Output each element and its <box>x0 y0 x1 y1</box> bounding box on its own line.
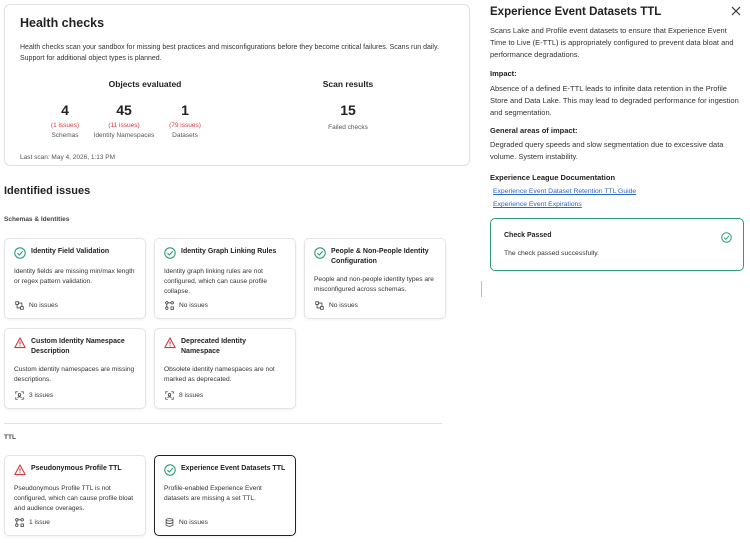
card-footer: No issues <box>315 301 358 310</box>
check-circle-icon <box>164 247 176 259</box>
card-header: Custom Identity Namespace Description <box>14 337 136 357</box>
card-title: Custom Identity Namespace Description <box>31 338 125 355</box>
card-description: Obsolete identity namespaces are not mar… <box>164 366 275 383</box>
card-description: People and non-people identity types are… <box>314 276 434 293</box>
graph-icon <box>15 518 24 527</box>
areas-text: Degraded query speeds and slow segmentat… <box>490 140 724 161</box>
detail-panel: Experience Event Datasets TTL Scans Lake… <box>490 0 750 543</box>
check-passed-message: The check passed successfully. <box>504 250 600 257</box>
last-scan-timestamp: Last scan: May 4, 2026, 1:13 PM <box>20 154 116 161</box>
card-issue-count: No issues <box>179 519 208 526</box>
card-issue-count: No issues <box>179 302 208 309</box>
stat-value: 1 <box>181 102 189 118</box>
card-title: People & Non-People Identity Configurati… <box>331 248 429 265</box>
card-title: Experience Event Datasets TTL <box>181 465 286 472</box>
card-header: Identity Field Validation <box>14 247 136 259</box>
namespace-icon <box>165 391 174 400</box>
check-card[interactable]: People & Non-People Identity Configurati… <box>304 238 446 319</box>
check-passed-title: Check Passed <box>504 232 552 239</box>
schema-icon <box>315 301 324 310</box>
docs-heading: Experience League Documentation <box>490 173 616 182</box>
stat-value: 15 <box>340 102 356 118</box>
card-footer: 3 issues <box>15 391 53 400</box>
panel-resize-handle[interactable] <box>481 281 482 297</box>
check-card[interactable]: Identity Field Validation Identity fields… <box>4 238 146 319</box>
card-title: Pseudonymous Profile TTL <box>31 465 122 472</box>
card-issue-count: No issues <box>29 302 58 309</box>
scan-results-heading: Scan results <box>322 79 374 89</box>
card-description: Identity graph linking rules are not con… <box>164 268 267 295</box>
card-header: Deprecated Identity Namespace <box>164 337 286 357</box>
group-label-schemas-identities: Schemas & Identities <box>4 216 70 223</box>
card-issue-count: 3 issues <box>29 392 54 399</box>
objects-evaluated-heading: Objects evaluated <box>108 79 182 89</box>
card-issue-count: No issues <box>329 302 358 309</box>
alert-triangle-icon <box>14 337 26 349</box>
card-title: Identity Graph Linking Rules <box>181 248 277 255</box>
stat-failed-checks: 15 Failed checks <box>303 101 393 131</box>
card-footer: No issues <box>15 301 58 310</box>
check-circle-icon <box>314 247 326 259</box>
health-checks-summary: Health checks Health checks scan your sa… <box>4 4 470 166</box>
check-card[interactable]: Deprecated Identity Namespace Obsolete id… <box>154 328 296 409</box>
card-footer: 8 issues <box>165 391 203 400</box>
graph-icon <box>165 301 174 310</box>
check-circle-icon <box>721 232 732 243</box>
card-title: Identity Field Validation <box>31 248 110 255</box>
group-divider <box>4 423 442 424</box>
card-footer: No issues <box>165 518 208 527</box>
alert-triangle-icon <box>164 337 176 349</box>
check-card[interactable]: Identity Graph Linking Rules Identity gra… <box>154 238 296 319</box>
card-title: Deprecated Identity Namespace <box>181 338 246 355</box>
summary-description: Health checks scan your sandbox for miss… <box>20 44 439 62</box>
database-icon <box>165 518 174 527</box>
card-description: Pseudonymous Profile TTL is not configur… <box>14 485 134 512</box>
card-header: Identity Graph Linking Rules <box>164 247 286 259</box>
check-card[interactable]: Pseudonymous Profile TTL Pseudonymous Pro… <box>4 455 146 536</box>
doc-link-expirations[interactable]: Experience Event Expirations <box>493 201 582 208</box>
page-title: Health checks <box>20 16 105 30</box>
alert-triangle-icon <box>14 464 26 476</box>
check-card-selected[interactable]: Experience Event Datasets TTL Profile-ena… <box>154 455 296 536</box>
stat-label: Datasets <box>172 132 198 139</box>
namespace-icon <box>15 391 24 400</box>
card-header: Pseudonymous Profile TTL <box>14 464 136 476</box>
check-circle-icon <box>164 464 176 476</box>
panel-title: Experience Event Datasets TTL <box>490 6 662 18</box>
identified-issues-heading: Identified issues <box>4 185 91 197</box>
stat-datasets: 1 (79 issues) Datasets <box>140 101 230 139</box>
check-passed-banner: Check Passed The check passed successful… <box>490 218 744 271</box>
close-icon[interactable] <box>731 6 741 16</box>
impact-text: Absence of a defined E-TTL leads to infi… <box>490 84 739 117</box>
card-header: People & Non-People Identity Configurati… <box>314 247 436 267</box>
card-footer: No issues <box>165 301 208 310</box>
card-header: Experience Event Datasets TTL <box>164 464 286 476</box>
check-circle-icon <box>14 247 26 259</box>
stat-label: Failed checks <box>328 124 368 131</box>
card-description: Custom identity namespaces are missing d… <box>14 366 135 383</box>
check-card[interactable]: Custom Identity Namespace Description Cus… <box>4 328 146 409</box>
panel-intro: Scans Lake and Profile event datasets to… <box>490 26 734 59</box>
areas-heading: General areas of impact: <box>490 126 578 135</box>
group-label-ttl: TTL <box>4 434 16 441</box>
card-issue-count: 1 issue <box>29 519 50 526</box>
schema-icon <box>15 301 24 310</box>
doc-link-retention-ttl[interactable]: Experience Event Dataset Retention TTL G… <box>493 188 636 195</box>
impact-heading: Impact: <box>490 69 517 78</box>
card-description: Identity fields are missing min/max leng… <box>14 268 135 285</box>
stat-issues[interactable]: (79 issues) <box>140 122 230 129</box>
card-description: Profile-enabled Experience Event dataset… <box>164 485 262 502</box>
card-issue-count: 8 issues <box>179 392 204 399</box>
card-footer: 1 issue <box>15 518 50 527</box>
